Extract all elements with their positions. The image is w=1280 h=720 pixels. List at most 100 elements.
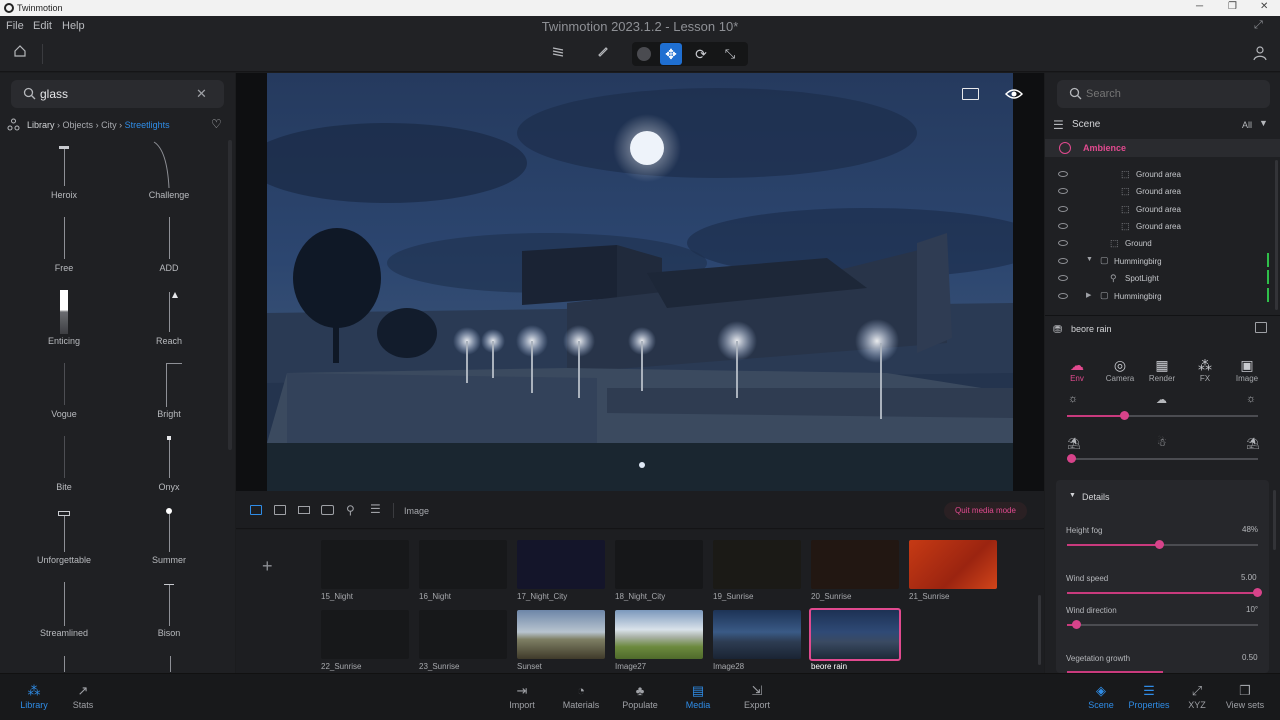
nav-view-sets[interactable]: ❐ View sets [1222,682,1268,710]
tree-item[interactable]: Ground area [1136,205,1181,214]
rotate-icon[interactable]: ⟳ [690,43,712,65]
height-fog-slider[interactable] [1067,540,1258,549]
favorite-heart-icon[interactable]: ♡ [211,117,222,131]
asset-unforgettable[interactable]: Unforgettable [19,505,109,565]
asset-bite[interactable]: Bite [19,432,109,492]
breadcrumb-city[interactable]: City [101,120,117,130]
nav-export[interactable]: ⇲ Export [737,682,777,710]
panorama-mode-icon[interactable] [298,506,310,514]
media-thumbnail[interactable] [713,540,801,589]
breadcrumb-streetlights[interactable]: Streetlights [125,120,170,130]
tab-fx[interactable]: ⁂ FX [1190,356,1220,383]
tab-image[interactable]: ▣ Image [1230,356,1264,383]
wind-direction-knob[interactable] [1071,620,1081,629]
media-thumbnail[interactable] [321,540,409,589]
asset-enticing[interactable]: Enticing [19,286,109,346]
season-slider[interactable] [1067,454,1258,463]
layers-icon[interactable] [547,44,569,64]
close-button[interactable]: ✕ [1260,1,1268,12]
visibility-eye-icon[interactable] [1058,258,1068,264]
tree-item[interactable]: Ground area [1136,222,1181,231]
visibility-eye-icon[interactable] [1058,171,1068,177]
pen-icon[interactable] [592,44,614,64]
visibility-eye-icon[interactable] [1058,275,1068,281]
select-circle-icon[interactable] [637,47,651,61]
library-search-input[interactable] [40,86,190,102]
tab-render[interactable]: ▦ Render [1144,356,1180,383]
video-mode-icon[interactable] [274,505,286,515]
nav-xyz[interactable]: ⤢ XYZ [1177,682,1217,710]
tree-scrollbar[interactable] [1275,160,1278,310]
eye-icon[interactable] [1004,88,1024,100]
breadcrumb-library[interactable]: Library [27,120,55,130]
asset-streamlined[interactable]: Streamlined [19,578,109,638]
media-thumbnail[interactable] [321,610,409,659]
scene-search-input[interactable] [1086,86,1246,102]
user-icon[interactable] [1252,45,1270,63]
image-mode-icon[interactable] [250,505,262,515]
properties-scrollbar[interactable] [1273,490,1276,550]
visibility-eye-icon[interactable] [1058,206,1068,212]
wind-direction-slider[interactable] [1067,620,1258,629]
asset-vogue[interactable]: Vogue [19,359,109,419]
scene-menu-icon[interactable]: ☰ [1053,118,1064,132]
list-mode-icon[interactable]: ☰ [370,502,381,516]
expand-arrow-icon[interactable]: ▼ [1086,256,1093,263]
nav-stats[interactable]: ↗ Stats [63,682,103,710]
asset-bright[interactable]: Bright [124,359,214,419]
asset-challenge[interactable]: Challenge [124,140,214,200]
tree-item[interactable]: Ground area [1136,187,1181,196]
wind-direction-value[interactable]: 10° [1246,605,1258,614]
tree-item[interactable]: Ground area [1136,170,1181,179]
scene-filter-dropdown[interactable]: All [1242,120,1252,130]
asset-heroix[interactable]: Heroix [19,140,109,200]
asset-summer[interactable]: Summer [124,505,214,565]
media-thumbnail[interactable] [419,610,507,659]
asset-add[interactable]: ADD [124,213,214,273]
tree-item[interactable]: Ground [1125,239,1152,248]
visibility-eye-icon[interactable] [1058,223,1068,229]
add-media-button[interactable]: + [262,556,273,577]
library-scrollbar[interactable] [228,140,232,450]
move-icon[interactable]: ✥ [660,43,682,65]
asset-onyx[interactable]: Onyx [124,432,214,492]
walk-mode-icon[interactable]: ⚲ [346,503,355,517]
fullscreen-icon[interactable]: ⤢ [1254,19,1263,32]
render-view[interactable] [267,73,1013,491]
media-thumbnail[interactable] [517,540,605,589]
nav-scene[interactable]: ◈ Scene [1081,682,1121,710]
vegetation-growth-value[interactable]: 0.50 [1242,653,1258,662]
nav-library[interactable]: ⁂ Library [14,682,54,710]
chevron-down-icon[interactable]: ▼ [1259,118,1268,128]
asset-reach[interactable]: Reach [124,286,214,346]
visibility-eye-icon[interactable] [1058,188,1068,194]
media-thumbnail[interactable] [615,610,703,659]
media-thumbnail[interactable] [713,610,801,659]
media-thumbnail[interactable] [517,610,605,659]
media-scrollbar[interactable] [1038,595,1041,665]
height-fog-value[interactable]: 48% [1242,525,1258,534]
ambience-row[interactable] [1045,139,1280,157]
wind-speed-slider[interactable] [1067,588,1262,597]
nav-media[interactable]: ▤ Media [678,682,718,710]
tree-item[interactable]: Hummingbirg [1114,257,1162,266]
media-thumbnail[interactable] [615,540,703,589]
expand-arrow-icon[interactable]: ▶ [1086,291,1091,299]
nav-populate[interactable]: ♣ Populate [617,682,663,710]
nav-properties[interactable]: ☰ Properties [1126,682,1172,710]
scale-icon[interactable]: ⤡ [719,43,741,65]
asset-bison[interactable]: Bison [124,578,214,638]
quit-media-mode-button[interactable]: Quit media mode [944,502,1027,520]
sun-slider[interactable] [1067,411,1258,420]
media-thumbnail[interactable] [909,540,997,589]
tree-item[interactable]: SpotLight [1125,274,1159,283]
restore-button[interactable]: ❐ [1228,1,1237,12]
wind-speed-value[interactable]: 5.00 [1241,573,1257,582]
tree-item[interactable]: Hummingbirg [1114,292,1162,301]
nav-import[interactable]: ⇥ Import [502,682,542,710]
home-icon[interactable] [9,44,31,64]
viewport-panel-icon[interactable] [962,88,979,100]
asset-free[interactable]: Free [19,213,109,273]
wind-speed-knob[interactable] [1253,588,1262,597]
details-collapse-icon[interactable]: ▼ [1069,492,1076,499]
